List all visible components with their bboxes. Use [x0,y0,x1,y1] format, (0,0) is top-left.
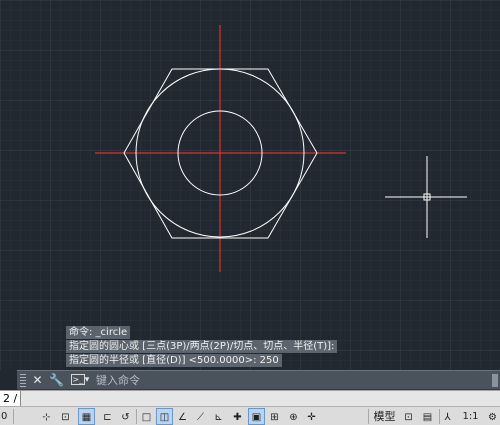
polar-tracking-icon[interactable]: ↺ [117,408,134,425]
grid-display-icon[interactable]: ▦ [78,408,95,425]
command-input[interactable] [96,373,491,388]
workspace-icon[interactable]: ⚙ [486,408,499,425]
drawing-canvas[interactable] [0,0,500,370]
history-line: 指定圆的半径或 [直径(D)] <500.0000>: 250 [66,354,282,367]
object-snap-icon[interactable]: □ [138,408,155,425]
snap-icon[interactable]: ⊹ [38,408,55,425]
quick-view-drawings-icon[interactable]: ▤ [419,408,436,425]
coordinate-readout: 0 [1,411,8,422]
command-prompt-icon[interactable]: >_ ▾ [67,373,93,388]
3d-object-snap-icon[interactable]: ◫ [156,408,173,425]
layout-tabs: 2 / [0,390,500,406]
layout-tab[interactable]: 2 / [0,391,22,406]
status-bar: 0 ⊹ ⊡ ▦ ⊏ ↺ □ ◫ ∠ ⟋ ⊾ ✚ ▣ ⊞ ⊕ ✛ 模型 ⊡ ▤ ⅄… [0,406,500,425]
object-snap-tracking-icon[interactable]: ∠ [174,408,191,425]
transparency-icon[interactable]: ▣ [248,408,265,425]
wrench-icon[interactable]: 🔧 [49,373,64,388]
annotation-monitor-icon[interactable]: ⊕ [285,408,302,425]
history-line: 命令: _circle [66,326,131,339]
quick-properties-icon[interactable]: ✛ [303,408,320,425]
dynamic-input-icon[interactable]: ⊾ [210,408,227,425]
command-line-bar: ✕ 🔧 >_ ▾ [17,370,500,390]
layout-view-icon[interactable]: ⊡ [400,408,417,425]
command-history: 命令: _circle 指定圆的圆心或 [三点(3P)/两点(2P)/切点、切点… [66,326,386,368]
grid [0,0,500,370]
history-line: 指定圆的圆心或 [三点(3P)/两点(2P)/切点、切点、半径(T)]: [66,340,338,353]
selection-cycling-icon[interactable]: ⊞ [266,408,283,425]
infer-constraints-icon[interactable]: ⊏ [99,408,116,425]
annotation-scale[interactable]: 1:1 [453,408,488,425]
dynamic-ucs-icon[interactable]: ⟋ [192,408,209,425]
model-space-button[interactable]: 模型 [371,408,398,425]
drag-grip-icon[interactable] [20,374,26,387]
ortho-icon[interactable]: ⊡ [57,408,74,425]
lineweight-icon[interactable]: ✚ [229,408,246,425]
close-icon[interactable]: ✕ [30,373,45,388]
command-scrollbar[interactable] [492,374,498,387]
